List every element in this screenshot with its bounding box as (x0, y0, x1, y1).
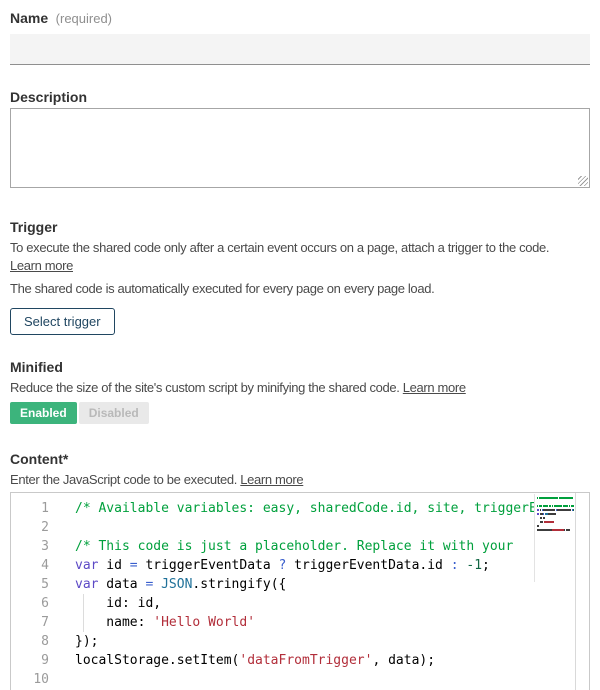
code-text (63, 518, 589, 537)
name-label-text: Name (10, 10, 48, 26)
line-number: 2 (11, 518, 63, 537)
code-line: 9localStorage.setItem('dataFromTrigger',… (11, 651, 589, 670)
code-text: var id = triggerEventData ? triggerEvent… (63, 556, 589, 575)
line-number: 8 (11, 632, 63, 651)
code-line: 5var data = JSON.stringify({ (11, 575, 589, 594)
trigger-learn-more-row: Learn more (10, 257, 590, 275)
code-text: }); (63, 632, 589, 651)
line-number: 3 (11, 537, 63, 556)
line-number: 1 (11, 499, 63, 518)
minified-learn-more-link[interactable]: Learn more (403, 380, 466, 395)
content-help: Enter the JavaScript code to be executed… (10, 472, 237, 487)
minified-help-row: Reduce the size of the site's custom scr… (10, 379, 590, 397)
code-line: 10 (11, 670, 589, 689)
name-label: Name (required) (10, 10, 590, 26)
trigger-learn-more-link[interactable]: Learn more (10, 258, 73, 273)
name-input[interactable] (10, 34, 590, 65)
code-editor[interactable]: 1/* Available variables: easy, sharedCod… (10, 492, 590, 690)
code-text: /* Available variables: easy, sharedCode… (63, 499, 589, 518)
code-text: id: id, (63, 594, 589, 613)
code-text: /* This code is just a placeholder. Repl… (63, 537, 589, 556)
line-number: 6 (11, 594, 63, 613)
minified-enabled-option[interactable]: Enabled (10, 402, 77, 424)
description-label: Description (10, 89, 590, 105)
line-number: 5 (11, 575, 63, 594)
line-number: 7 (11, 613, 63, 632)
content-label: Content* (10, 451, 590, 467)
indent-guide (83, 613, 84, 632)
code-line: 8}); (11, 632, 589, 651)
minified-disabled-option[interactable]: Disabled (79, 402, 149, 424)
code-area: 1/* Available variables: easy, sharedCod… (11, 499, 589, 689)
code-line: 2 (11, 518, 589, 537)
shared-code-form: Name (required) Description Trigger To e… (0, 0, 600, 690)
line-number: 4 (11, 556, 63, 575)
description-wrap (10, 108, 590, 188)
trigger-section: Trigger To execute the shared code only … (10, 219, 590, 335)
code-line: 7 name: 'Hello World' (11, 613, 589, 632)
minified-label: Minified (10, 359, 590, 375)
content-learn-more-link[interactable]: Learn more (240, 472, 303, 487)
code-line: 1/* Available variables: easy, sharedCod… (11, 499, 589, 518)
select-trigger-button[interactable]: Select trigger (10, 308, 115, 335)
content-section: Content* Enter the JavaScript code to be… (10, 451, 590, 690)
minified-section: Minified Reduce the size of the site's c… (10, 359, 590, 424)
code-line: 3/* This code is just a placeholder. Rep… (11, 537, 589, 556)
code-line: 6 id: id, (11, 594, 589, 613)
code-text (63, 670, 589, 689)
minified-help: Reduce the size of the site's custom scr… (10, 380, 400, 395)
name-required-hint: (required) (52, 11, 112, 26)
code-line: 4var id = triggerEventData ? triggerEven… (11, 556, 589, 575)
trigger-help: To execute the shared code only after a … (10, 239, 590, 257)
editor-scrollbar[interactable] (575, 493, 589, 690)
code-text: name: 'Hello World' (63, 613, 589, 632)
trigger-label: Trigger (10, 219, 590, 235)
description-textarea[interactable] (10, 108, 590, 188)
indent-guide (83, 594, 84, 613)
line-number: 10 (11, 670, 63, 689)
trigger-note: The shared code is automatically execute… (10, 280, 590, 298)
code-text: localStorage.setItem('dataFromTrigger', … (63, 651, 589, 670)
editor-minimap (534, 494, 575, 582)
code-text: var data = JSON.stringify({ (63, 575, 589, 594)
content-help-row: Enter the JavaScript code to be executed… (10, 471, 590, 489)
minified-toggle: Enabled Disabled (10, 402, 590, 424)
line-number: 9 (11, 651, 63, 670)
